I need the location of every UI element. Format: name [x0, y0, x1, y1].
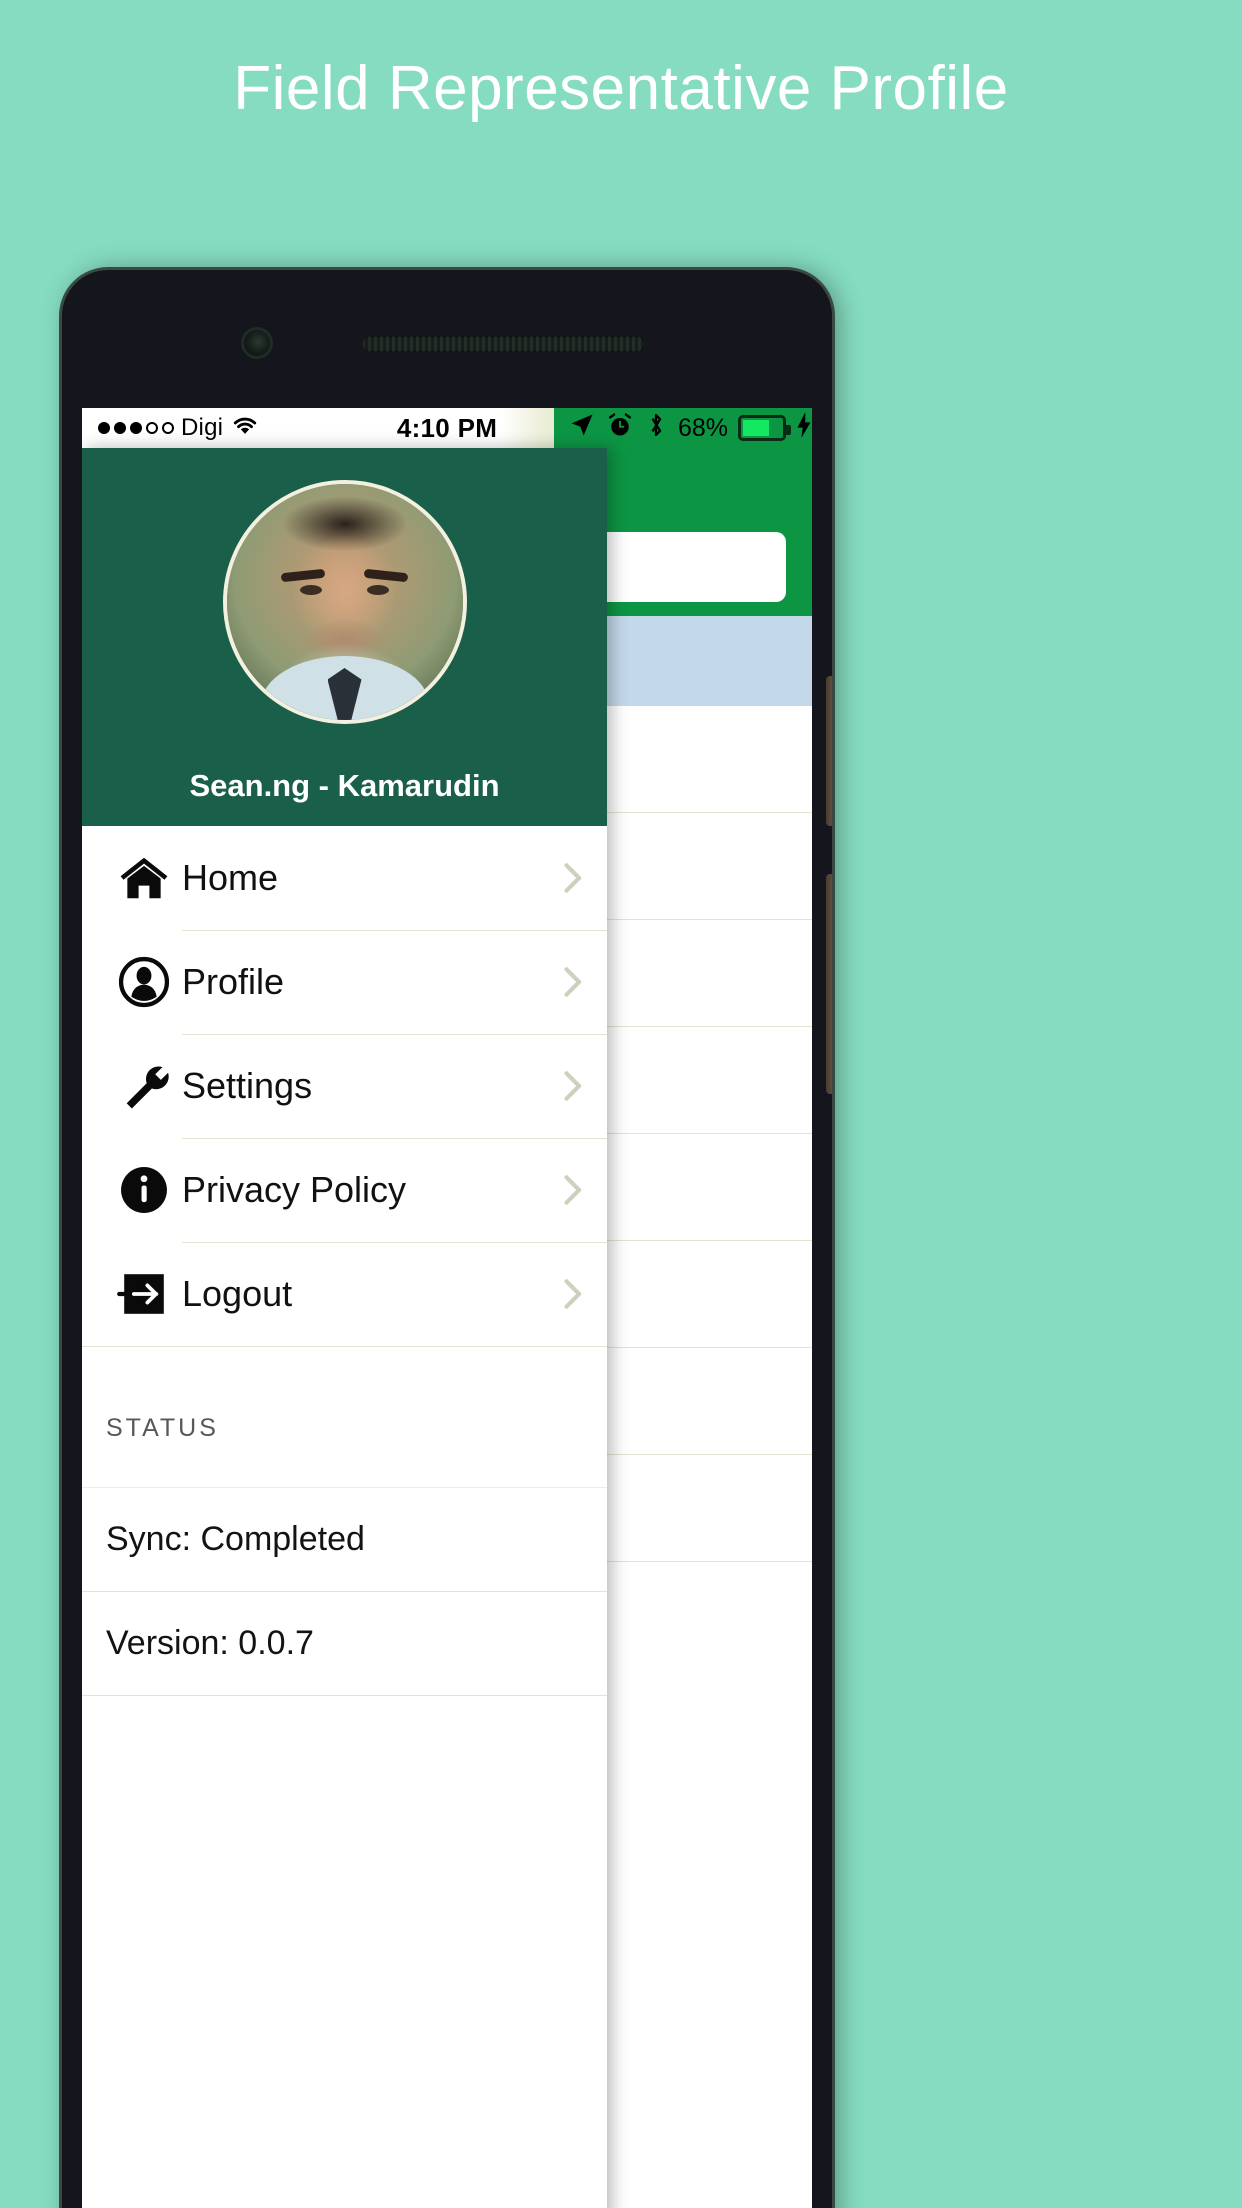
status-section-title: STATUS [82, 1364, 607, 1488]
drawer-user-name: Sean.ng - Kamarudin [189, 768, 500, 803]
battery-icon [738, 415, 791, 441]
status-row-version: Version: 0.0.7 [82, 1592, 607, 1696]
sidebar-item-label: Settings [182, 1065, 313, 1106]
sidebar-item-label: Home [182, 857, 279, 898]
power-button[interactable] [826, 874, 832, 1094]
chevron-right-icon [537, 1067, 607, 1105]
person-icon [106, 955, 182, 1009]
front-camera-icon [244, 330, 270, 356]
phone-screen: Digi 4:10 PM 68% Sean.ng - Kamarudin Hom… [82, 408, 812, 2208]
bluetooth-icon [644, 411, 668, 446]
location-arrow-icon [568, 411, 596, 446]
phone-device: Digi 4:10 PM 68% Sean.ng - Kamarudin Hom… [62, 270, 832, 2208]
sidebar-item-logout[interactable]: Logout [82, 1242, 607, 1346]
sidebar-item-profile[interactable]: Profile [82, 930, 607, 1034]
drawer-nav-list: Home Profile Settings Privacy Policy Log… [82, 826, 607, 1346]
drawer-divider [82, 1346, 607, 1364]
status-row-sync: Sync: Completed [82, 1488, 607, 1592]
sidebar-item-label: Logout [182, 1273, 293, 1314]
sidebar-item-home[interactable]: Home [82, 826, 607, 930]
home-icon [106, 851, 182, 905]
battery-percent-label: 68% [678, 413, 729, 442]
volume-button[interactable] [826, 676, 832, 826]
navigation-drawer: Sean.ng - Kamarudin Home Profile Setting… [82, 448, 607, 2208]
chevron-right-icon [537, 859, 607, 897]
status-bar-right-group: 68% [502, 408, 812, 448]
page-title: Field Representative Profile [233, 54, 1009, 123]
earpiece-speaker [362, 336, 645, 352]
sidebar-item-privacy-policy[interactable]: Privacy Policy [82, 1138, 607, 1242]
wrench-icon [106, 1059, 182, 1113]
chevron-right-icon [537, 963, 607, 1001]
alarm-clock-icon [606, 411, 634, 446]
device-bezel [62, 270, 832, 408]
chevron-right-icon [537, 1171, 607, 1209]
logout-icon [106, 1267, 182, 1321]
chevron-right-icon [537, 1275, 607, 1313]
avatar[interactable] [222, 480, 467, 724]
sidebar-item-label: Profile [182, 961, 285, 1002]
charging-bolt-icon [796, 411, 812, 445]
drawer-header: Sean.ng - Kamarudin [82, 448, 607, 826]
info-icon [106, 1163, 182, 1217]
sidebar-item-settings[interactable]: Settings [82, 1034, 607, 1138]
status-bar: Digi 4:10 PM 68% [82, 408, 812, 448]
sidebar-item-label: Privacy Policy [182, 1169, 407, 1210]
